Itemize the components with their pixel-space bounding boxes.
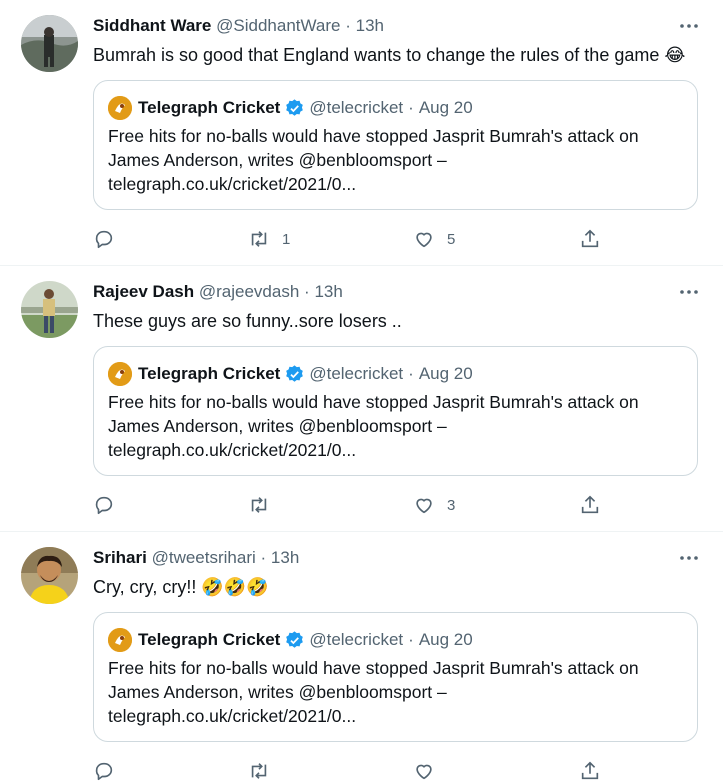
- quoted-author-handle[interactable]: @telecricket: [309, 363, 403, 385]
- quoted-text: Free hits for no-balls would have stoppe…: [108, 124, 688, 196]
- share-button[interactable]: [579, 493, 601, 517]
- avatar[interactable]: [21, 281, 78, 338]
- share-icon: [581, 229, 599, 248]
- quoted-avatar[interactable]: [108, 96, 132, 120]
- quoted-author-handle[interactable]: @telecricket: [309, 629, 403, 651]
- timestamp[interactable]: 13h: [314, 282, 342, 301]
- quoted-timestamp[interactable]: Aug 20: [419, 363, 473, 385]
- quoted-timestamp[interactable]: Aug 20: [419, 629, 473, 651]
- heart-icon: [416, 764, 432, 780]
- quoted-header: Telegraph Cricket @telecricket · Aug 20: [108, 96, 473, 120]
- share-button[interactable]: [579, 227, 601, 251]
- like-count: 5: [447, 230, 456, 248]
- quoted-tweet[interactable]: Telegraph Cricket @telecricket · Aug 20 …: [93, 346, 698, 476]
- retweet-icon: [251, 497, 267, 513]
- heart-icon: [416, 498, 432, 514]
- quoted-timestamp[interactable]: Aug 20: [419, 97, 473, 119]
- tweet-text: Bumrah is so good that England wants to …: [93, 45, 686, 65]
- verified-badge-icon: [286, 630, 304, 648]
- separator: ·: [345, 16, 351, 35]
- quoted-text-line: Free hits for no-balls would have stoppe…: [108, 392, 639, 412]
- tweet[interactable]: Srihari @tweetsrihari · 13h Cry, cry, cr…: [0, 532, 723, 781]
- reply-icon: [95, 230, 113, 249]
- reply-button[interactable]: [93, 227, 127, 251]
- more-icon[interactable]: [677, 280, 701, 304]
- quoted-tweet[interactable]: Telegraph Cricket @telecricket · Aug 20 …: [93, 80, 698, 210]
- quoted-text-line: James Anderson, writes @benbloomsport –: [108, 682, 447, 702]
- share-icon: [581, 495, 599, 514]
- tweet-header: Srihari @tweetsrihari · 13h: [93, 547, 299, 569]
- like-count: 3: [447, 496, 456, 514]
- verified-badge-icon: [286, 364, 304, 382]
- tweet-text: Cry, cry, cry!! 🤣🤣🤣: [93, 577, 269, 597]
- quoted-text: Free hits for no-balls would have stoppe…: [108, 656, 688, 728]
- like-button[interactable]: 3: [413, 493, 455, 517]
- quoted-author-handle[interactable]: @telecricket: [309, 97, 403, 119]
- timestamp[interactable]: 13h: [271, 548, 299, 567]
- reply-button[interactable]: [93, 493, 127, 517]
- quoted-author-name[interactable]: Telegraph Cricket: [138, 97, 280, 119]
- avatar[interactable]: [21, 15, 78, 72]
- like-button[interactable]: [413, 759, 447, 783]
- separator: ·: [408, 630, 414, 649]
- quoted-text: Free hits for no-balls would have stoppe…: [108, 390, 688, 462]
- quoted-author-name[interactable]: Telegraph Cricket: [138, 363, 280, 385]
- retweet-button[interactable]: [248, 493, 282, 517]
- quoted-link[interactable]: telegraph.co.uk/cricket/2021/0...: [108, 704, 688, 728]
- share-icon: [581, 761, 599, 780]
- author-handle[interactable]: @SiddhantWare: [216, 16, 340, 35]
- author-name[interactable]: Rajeev Dash: [93, 282, 194, 301]
- reply-icon: [95, 762, 113, 781]
- like-button[interactable]: 5: [413, 227, 455, 251]
- tweet-header: Rajeev Dash @rajeevdash · 13h: [93, 281, 343, 303]
- quoted-link[interactable]: telegraph.co.uk/cricket/2021/0...: [108, 172, 688, 196]
- separator: ·: [304, 282, 310, 301]
- separator: ·: [260, 548, 267, 567]
- author-handle[interactable]: @tweetsrihari: [152, 548, 256, 567]
- tweet[interactable]: Rajeev Dash @rajeevdash · 13h These guys…: [0, 266, 723, 532]
- more-icon[interactable]: [677, 546, 701, 570]
- separator: ·: [408, 364, 414, 383]
- quoted-avatar[interactable]: [108, 362, 132, 386]
- more-icon[interactable]: [677, 14, 701, 38]
- quoted-text-line: Free hits for no-balls would have stoppe…: [108, 126, 639, 146]
- tweet-actions: [93, 759, 613, 783]
- author-name[interactable]: Srihari: [93, 548, 147, 567]
- quoted-header: Telegraph Cricket @telecricket · Aug 20: [108, 362, 473, 386]
- heart-icon: [416, 232, 432, 248]
- retweet-icon: [251, 763, 267, 779]
- author-name[interactable]: Siddhant Ware: [93, 16, 211, 35]
- quoted-tweet[interactable]: Telegraph Cricket @telecricket · Aug 20 …: [93, 612, 698, 742]
- tweet-header: Siddhant Ware @SiddhantWare · 13h: [93, 15, 384, 37]
- retweet-button[interactable]: 1: [248, 227, 290, 251]
- timestamp[interactable]: 13h: [356, 16, 384, 35]
- tweet-actions: 3: [93, 493, 613, 517]
- tweet[interactable]: Siddhant Ware @SiddhantWare · 13h Bumrah…: [0, 0, 723, 266]
- share-button[interactable]: [579, 759, 601, 783]
- separator: ·: [408, 98, 414, 117]
- reply-button[interactable]: [93, 759, 127, 783]
- quoted-link[interactable]: telegraph.co.uk/cricket/2021/0...: [108, 438, 688, 462]
- retweet-button[interactable]: [248, 759, 282, 783]
- quoted-text-line: James Anderson, writes @benbloomsport –: [108, 416, 447, 436]
- quoted-avatar[interactable]: [108, 628, 132, 652]
- quoted-header: Telegraph Cricket @telecricket · Aug 20: [108, 628, 473, 652]
- quoted-text-line: Free hits for no-balls would have stoppe…: [108, 658, 639, 678]
- reply-icon: [95, 496, 113, 515]
- retweet-count: 1: [282, 230, 291, 248]
- tweet-text: These guys are so funny..sore losers ..: [93, 311, 402, 331]
- retweet-icon: [251, 231, 267, 247]
- tweet-actions: 1 5: [93, 227, 613, 251]
- quoted-author-name[interactable]: Telegraph Cricket: [138, 629, 280, 651]
- author-handle[interactable]: @rajeevdash: [199, 282, 299, 301]
- avatar[interactable]: [21, 547, 78, 604]
- verified-badge-icon: [286, 98, 304, 116]
- quoted-text-line: James Anderson, writes @benbloomsport –: [108, 150, 447, 170]
